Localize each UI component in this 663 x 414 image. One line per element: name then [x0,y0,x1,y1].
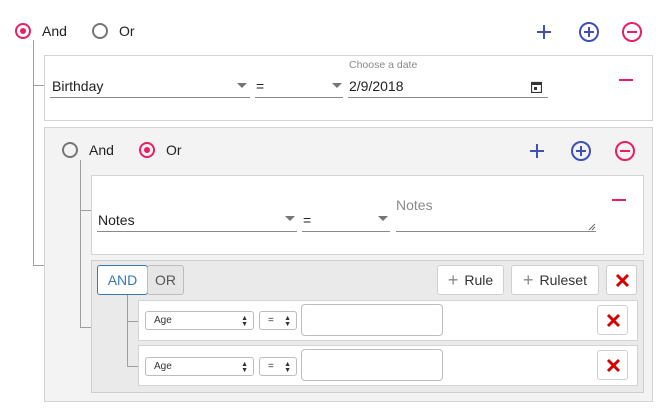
add-circle-icon [571,141,591,161]
age-operator-select[interactable]: = ▲ ▼ [259,357,297,376]
subgroup-tree-branch [127,321,138,322]
add-rule-button[interactable]: + Rule [437,265,504,295]
notes-rule-box [91,175,644,255]
birthday-field-value: Birthday [52,78,104,94]
delete-rule-button[interactable] [597,305,628,335]
root-remove-group-button[interactable] [621,21,643,43]
calendar-icon[interactable] [530,80,543,98]
age-value-input[interactable] [301,349,443,381]
root-add-rule-button[interactable] [534,22,554,42]
add-rule-label: Rule [464,272,494,288]
delete-rule-button[interactable] [597,350,628,380]
root-tree-line [33,40,34,266]
date-field-label: Choose a date [349,59,418,71]
chevron-down-icon [378,216,388,221]
close-icon [606,313,621,328]
remove-circle-icon [615,141,635,161]
add-circle-icon [579,22,599,42]
root-or-radio[interactable] [92,23,108,39]
updown-arrow-icon: ▲ ▼ [284,315,291,328]
resize-handle-icon[interactable] [588,218,596,236]
group-and-radio[interactable] [62,142,78,158]
group-tree-branch [80,327,91,328]
updown-arrow-icon: ▲ ▼ [241,315,248,328]
notes-placeholder: Notes [396,197,433,213]
root-and-radio[interactable] [15,23,31,39]
plus-icon: + [447,270,459,290]
group-remove-group-button[interactable] [614,140,636,162]
subgroup-tree-branch [127,366,138,367]
delete-subgroup-button[interactable] [606,265,637,295]
age-field-select[interactable]: Age ▲ ▼ [145,311,254,330]
group-or-label: Or [166,142,182,158]
updown-arrow-icon: ▲ ▼ [284,361,291,374]
birthday-operator-value: = [256,78,265,94]
group-tree-line [80,160,81,328]
birthday-remove-rule-button[interactable] [617,71,635,89]
subgroup-tree-line [127,295,128,367]
close-icon [606,358,621,373]
add-icon [530,144,544,158]
age-operator-value: = [268,361,274,372]
age-operator-select[interactable]: = ▲ ▼ [259,311,297,330]
add-ruleset-button[interactable]: + Ruleset [511,265,599,295]
add-icon [537,25,551,39]
add-ruleset-label: Ruleset [539,272,587,288]
group-add-group-button[interactable] [570,140,592,162]
root-tree-branch [33,265,44,266]
age-field-value: Age [154,315,172,326]
plus-icon: + [523,270,534,290]
notes-remove-rule-button[interactable] [610,191,628,209]
subgroup-or-button[interactable]: OR [147,265,184,295]
subgroup-and-label: AND [107,272,138,288]
root-and-label: And [42,23,67,39]
root-add-group-button[interactable] [578,21,600,43]
age-operator-value: = [268,315,274,326]
date-field-value: 2/9/2018 [349,78,404,94]
chevron-down-icon [332,83,342,88]
remove-icon [619,79,633,81]
remove-circle-icon [622,22,642,42]
root-or-label: Or [119,23,135,39]
chevron-down-icon [285,216,295,221]
root-tree-branch [33,85,44,86]
group-or-radio[interactable] [139,142,155,158]
close-icon [615,273,630,288]
group-and-label: And [89,142,114,158]
notes-operator-value: = [303,212,312,228]
age-field-value: Age [154,361,172,372]
subgroup-or-label: OR [155,272,176,288]
subgroup-and-button[interactable]: AND [97,265,148,295]
updown-arrow-icon: ▲ ▼ [241,361,248,374]
age-value-input[interactable] [301,304,443,336]
chevron-down-icon [237,83,247,88]
age-field-select[interactable]: Age ▲ ▼ [145,357,254,376]
notes-field-value: Notes [98,212,135,228]
remove-icon [612,199,626,201]
group-tree-branch [80,210,91,211]
group-add-rule-button[interactable] [527,141,547,161]
